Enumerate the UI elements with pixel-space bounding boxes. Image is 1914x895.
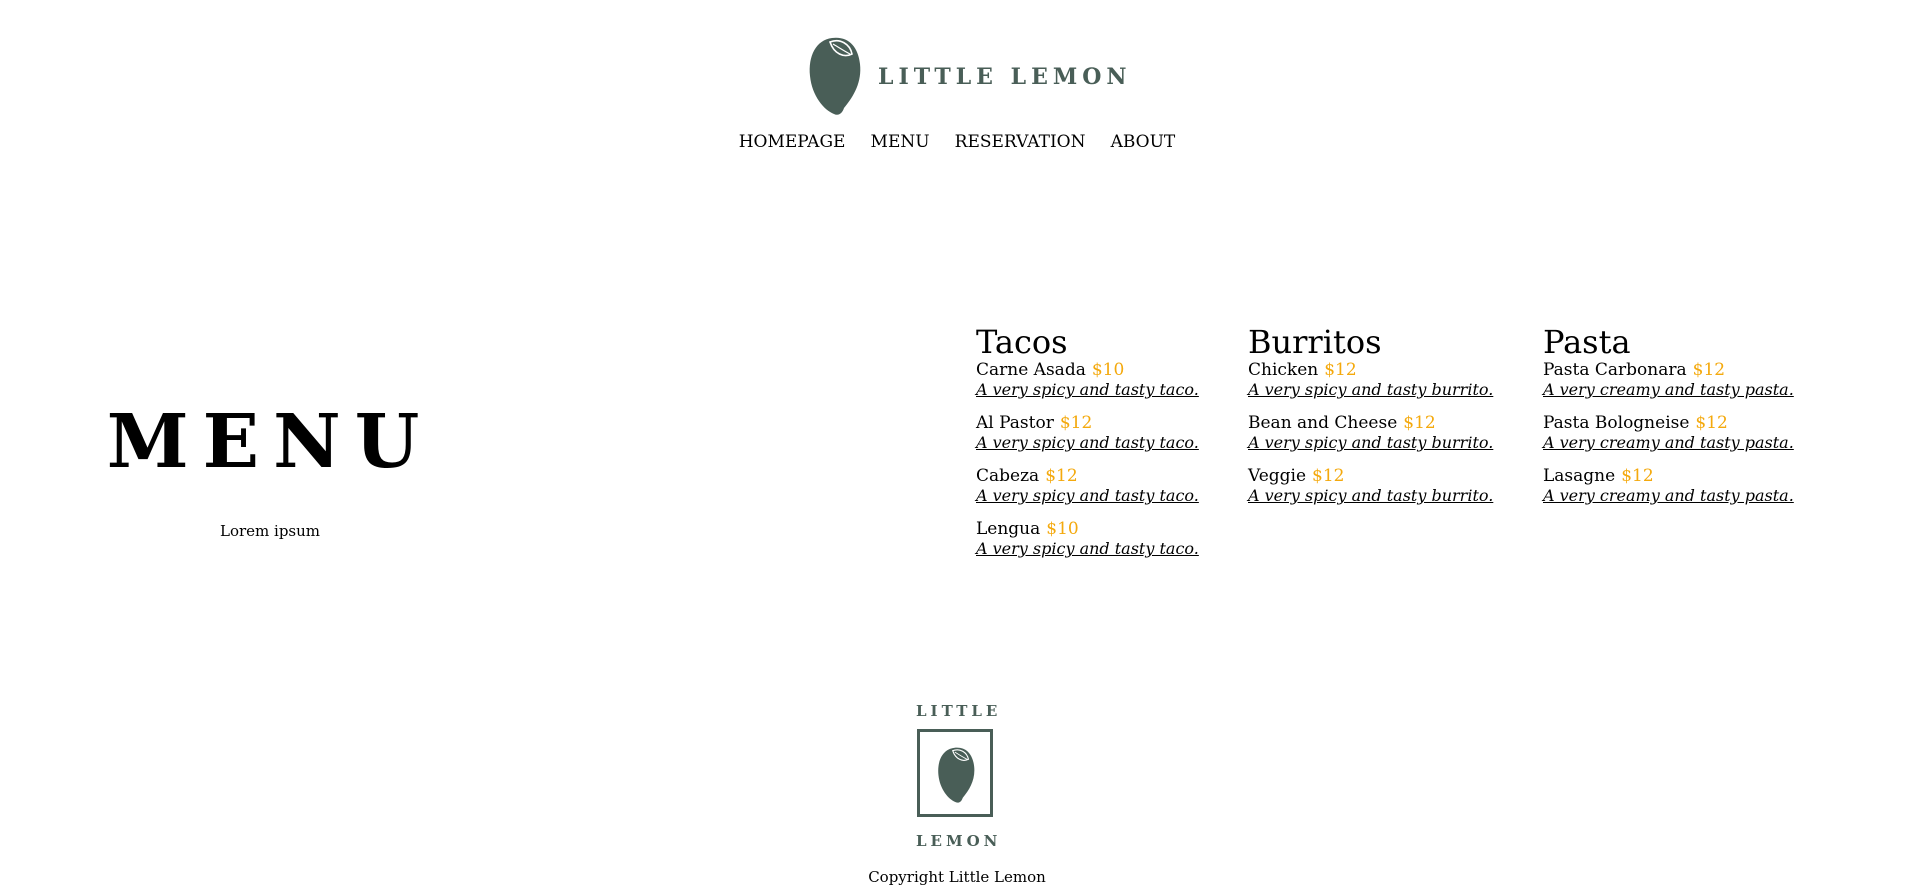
menu-item: Lengua $10 A very spicy and tasty taco. xyxy=(976,519,1199,559)
item-price: $10 xyxy=(1091,360,1125,380)
menu-section-burritos: Burritos Chicken $12 A very spicy and tas… xyxy=(1248,324,1493,519)
item-description: A very spicy and tasty taco. xyxy=(976,380,1199,399)
nav-reservation[interactable]: RESERVATION xyxy=(955,132,1086,152)
item-price: $12 xyxy=(1695,413,1728,433)
lemon-icon xyxy=(938,747,975,803)
item-name: Bean and Cheese xyxy=(1248,413,1398,433)
item-name: Carne Asada xyxy=(976,360,1086,380)
menu-item: Al Pastor $12 A very spicy and tasty taco… xyxy=(976,413,1199,453)
item-description: A very spicy and tasty burrito. xyxy=(1248,380,1494,399)
nav-menu[interactable]: MENU xyxy=(871,132,930,152)
item-price: $12 xyxy=(1045,466,1078,486)
header-logo[interactable]: LITTLE LEMON xyxy=(808,34,1126,118)
lemon-icon xyxy=(809,37,861,115)
item-price: $10 xyxy=(1046,519,1079,539)
item-description: A very creamy and tasty pasta. xyxy=(1543,486,1794,505)
footer-logo[interactable]: LITTLE LEMON xyxy=(916,702,998,852)
hero-title: MENU xyxy=(106,399,434,485)
item-description: A very spicy and tasty burrito. xyxy=(1248,433,1494,452)
item-description: A very spicy and tasty burrito. xyxy=(1248,486,1494,505)
item-price: $12 xyxy=(1621,466,1654,486)
item-description: A very creamy and tasty pasta. xyxy=(1543,380,1794,399)
item-name: Veggie xyxy=(1248,466,1307,486)
menu-section-tacos: Tacos Carne Asada $10 A very spicy and ta… xyxy=(976,324,1199,572)
item-price: $12 xyxy=(1324,360,1357,380)
item-name: Lengua xyxy=(976,519,1041,539)
menu-section-pasta: Pasta Pasta Carbonara $12 A very creamy a… xyxy=(1543,324,1794,519)
item-description: A very spicy and tasty taco. xyxy=(976,486,1199,505)
item-price: $12 xyxy=(1692,360,1726,380)
section-title: Pasta xyxy=(1543,323,1631,361)
item-price: $12 xyxy=(1312,466,1345,486)
nav-homepage[interactable]: HOMEPAGE xyxy=(739,132,846,152)
menu-item: Carne Asada $10 A very spicy and tasty ta… xyxy=(976,360,1199,400)
section-title: Tacos xyxy=(976,323,1068,361)
footer-logo-frame xyxy=(917,729,993,817)
item-name: Chicken xyxy=(1248,360,1319,380)
footer-logo-top: LITTLE xyxy=(916,702,1002,720)
menu-item: Pasta Bologneise $12 A very creamy and ta… xyxy=(1543,413,1794,453)
item-name: Cabeza xyxy=(976,466,1040,486)
item-name: Pasta Bologneise xyxy=(1543,413,1690,433)
item-description: A very spicy and tasty taco. xyxy=(976,433,1199,452)
item-name: Al Pastor xyxy=(976,413,1054,433)
item-price: $12 xyxy=(1059,413,1093,433)
item-name: Lasagne xyxy=(1543,466,1616,486)
item-price: $12 xyxy=(1403,413,1436,433)
brand-name: LITTLE LEMON xyxy=(878,64,1132,90)
copyright-text: Copyright Little Lemon xyxy=(868,868,1046,886)
menu-item: Veggie $12 A very spicy and tasty burrito… xyxy=(1248,466,1493,506)
item-description: A very spicy and tasty taco. xyxy=(976,539,1199,558)
menu-item: Lasagne $12 A very creamy and tasty pasta… xyxy=(1543,466,1794,506)
footer-logo-bottom: LEMON xyxy=(916,832,1002,850)
item-name: Pasta Carbonara xyxy=(1543,360,1687,380)
item-description: A very creamy and tasty pasta. xyxy=(1543,433,1794,452)
hero-subtitle: Lorem ipsum xyxy=(219,522,320,540)
nav-about[interactable]: ABOUT xyxy=(1111,132,1176,152)
section-title: Burritos xyxy=(1248,323,1382,361)
menu-item: Cabeza $12 A very spicy and tasty taco. xyxy=(976,466,1199,506)
main-nav: HOMEPAGE MENU RESERVATION ABOUT xyxy=(0,132,1914,152)
menu-item: Pasta Carbonara $12 A very creamy and tas… xyxy=(1543,360,1794,400)
menu-item: Bean and Cheese $12 A very spicy and tast… xyxy=(1248,413,1493,453)
menu-item: Chicken $12 A very spicy and tasty burrit… xyxy=(1248,360,1493,400)
